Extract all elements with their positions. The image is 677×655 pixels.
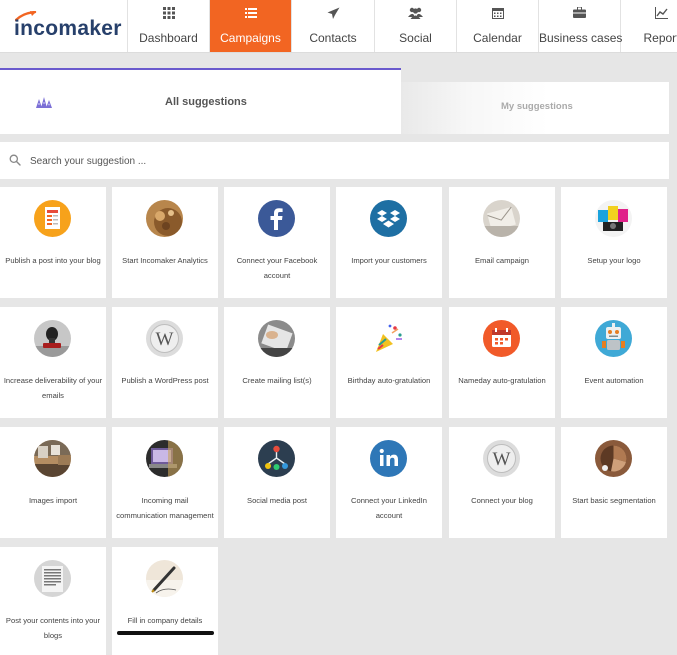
suggestion-card-mailing-list[interactable]: Create mailing list(s) — [224, 307, 330, 418]
dashboard-icon — [128, 7, 209, 21]
nav-social[interactable]: Social — [375, 0, 457, 52]
nav-label: Contacts — [309, 31, 357, 45]
suggestion-card-facebook[interactable]: Connect your Facebook account — [224, 187, 330, 298]
line-chart-icon — [621, 7, 677, 21]
logo-icon — [595, 200, 632, 237]
suggestion-label: Connect your LinkedIn account — [351, 496, 427, 520]
tab-my-label: My suggestions — [501, 101, 573, 112]
suggestion-label: Event automation — [584, 376, 644, 385]
suggestion-label: Setup your logo — [587, 256, 641, 265]
nav-calendar[interactable]: Calendar — [457, 0, 539, 52]
suggestion-card-segmentation[interactable]: Start basic segmentation — [561, 427, 667, 538]
stamp-icon — [34, 320, 71, 357]
suggestion-label: Publish a post into your blog — [5, 256, 101, 265]
calendar-icon — [457, 7, 538, 21]
suggestion-card-event-automation[interactable]: Event automation — [561, 307, 667, 418]
suggestion-label: Post your contents into your blogs — [5, 616, 101, 640]
nav-business-cases[interactable]: Business cases — [539, 0, 623, 52]
suggestion-card-nameday[interactable]: Nameday auto-gratulation — [449, 307, 555, 418]
suggestion-label: Create mailing list(s) — [242, 376, 312, 385]
suggestion-label: Publish a WordPress post — [121, 376, 209, 385]
suggestion-card-blog-post[interactable]: Publish a post into your blog — [0, 187, 106, 298]
suggestion-label: Nameday auto-gratulation — [458, 376, 546, 385]
nav-label: Social — [399, 31, 432, 45]
search-icon — [9, 154, 21, 166]
nav-dashboard[interactable]: Dashboard — [128, 0, 210, 52]
robot-icon — [595, 320, 632, 357]
suggestion-tabs: All suggestions My suggestions — [0, 68, 669, 134]
wordpress-icon: W — [146, 320, 183, 357]
logo-text: incomaker — [14, 17, 122, 40]
suggestion-card-linkedin[interactable]: Connect your LinkedIn account — [336, 427, 442, 538]
nav-label: Business cases — [539, 31, 623, 45]
dropbox-icon — [370, 200, 407, 237]
suggestion-label: Incoming mail communication management — [116, 496, 214, 520]
suggestion-label: Connect your blog — [471, 496, 533, 505]
suggestion-card-import-customers[interactable]: Import your customers — [336, 187, 442, 298]
paper-plane-icon — [292, 7, 374, 21]
nav-report[interactable]: Report — [621, 0, 677, 52]
top-navigation: incomaker Dashboard Campaigns Contacts S… — [0, 0, 677, 53]
images-icon — [34, 440, 71, 477]
mail-management-icon — [146, 440, 183, 477]
main-nav: Dashboard Campaigns Contacts Social Cale… — [128, 0, 677, 52]
pen-icon — [146, 560, 183, 597]
ideas-icon — [36, 97, 52, 108]
nav-contacts[interactable]: Contacts — [292, 0, 375, 52]
suggestion-card-deliverability[interactable]: Increase deliverability of your emails — [0, 307, 106, 418]
social-network-icon — [258, 440, 295, 477]
suggestion-card-birthday[interactable]: Birthday auto-gratulation — [336, 307, 442, 418]
wordpress-icon: W — [483, 440, 520, 477]
segmentation-icon — [595, 440, 632, 477]
suggestion-label: Start basic segmentation — [572, 496, 656, 505]
suggestion-label: Increase deliverability of your emails — [3, 376, 103, 400]
nav-label: Calendar — [473, 31, 522, 45]
nav-label: Dashboard — [139, 31, 198, 45]
suggestion-card-wordpress-post[interactable]: W Publish a WordPress post — [112, 307, 218, 418]
blog-post-icon — [34, 200, 71, 237]
tab-all-label: All suggestions — [165, 96, 247, 108]
calendar-icon — [483, 320, 520, 357]
analytics-icon — [146, 200, 183, 237]
suggestion-label: Social media post — [247, 496, 307, 505]
party-popper-icon — [370, 320, 407, 357]
suggestion-label: Images import — [28, 496, 78, 505]
suggestion-label: Connect your Facebook account — [236, 256, 318, 280]
tab-my-suggestions[interactable]: My suggestions — [401, 82, 669, 134]
svg-text:W: W — [156, 329, 174, 350]
suggestion-card-social-media[interactable]: Social media post — [224, 427, 330, 538]
nav-label: Campaigns — [220, 31, 281, 45]
suggestion-label: Import your customers — [351, 256, 427, 265]
suggestion-card-incoming-mail[interactable]: Incoming mail communication management — [112, 427, 218, 538]
document-icon — [34, 560, 71, 597]
users-icon — [375, 7, 456, 21]
selection-indicator — [117, 631, 214, 635]
suggestion-label: Email campaign — [474, 256, 530, 265]
facebook-icon — [258, 200, 295, 237]
suggestion-card-connect-blog[interactable]: W Connect your blog — [449, 427, 555, 538]
suggestion-card-company-details[interactable]: Fill in company details — [112, 547, 218, 655]
suggestion-label: Fill in company details — [127, 616, 203, 625]
list-icon — [210, 7, 291, 21]
search-bar — [0, 142, 669, 179]
svg-text:W: W — [493, 449, 511, 470]
suggestion-card-post-contents[interactable]: Post your contents into your blogs — [0, 547, 106, 655]
suggestion-card-email-campaign[interactable]: Email campaign — [449, 187, 555, 298]
mailing-list-icon — [258, 320, 295, 357]
logo[interactable]: incomaker — [0, 0, 128, 52]
search-input[interactable] — [30, 151, 630, 171]
briefcase-icon — [539, 7, 620, 21]
suggestion-card-setup-logo[interactable]: Setup your logo — [561, 187, 667, 298]
linkedin-icon — [370, 440, 407, 477]
suggestion-label: Start Incomaker Analytics — [122, 256, 208, 265]
suggestion-label: Birthday auto-gratulation — [347, 376, 431, 385]
nav-label: Report — [643, 31, 677, 45]
nav-campaigns[interactable]: Campaigns — [210, 0, 292, 52]
suggestion-card-images-import[interactable]: Images import — [0, 427, 106, 538]
suggestion-card-analytics[interactable]: Start Incomaker Analytics — [112, 187, 218, 298]
email-icon — [483, 200, 520, 237]
tab-all-suggestions[interactable]: All suggestions — [0, 68, 401, 134]
